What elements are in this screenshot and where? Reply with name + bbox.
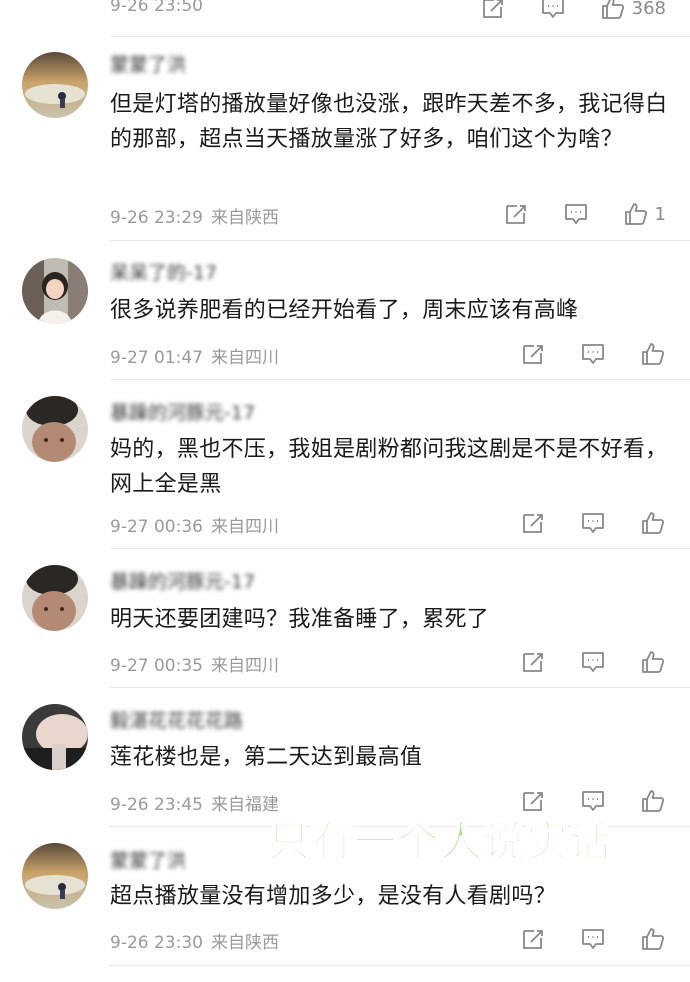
comment-time: 9-27 00:35 bbox=[110, 656, 203, 676]
username[interactable]: 暴躁的河豚元-17 bbox=[110, 398, 255, 425]
like-button[interactable]: 368 bbox=[600, 0, 666, 21]
like-button[interactable] bbox=[640, 510, 666, 536]
like-button[interactable] bbox=[640, 341, 666, 367]
edit-icon[interactable] bbox=[520, 926, 546, 952]
like-icon bbox=[623, 201, 649, 227]
divider bbox=[110, 548, 690, 549]
username[interactable]: 蒙蒙了洪 bbox=[110, 846, 186, 873]
like-button[interactable]: 1 bbox=[623, 201, 666, 227]
like-count: 368 bbox=[631, 0, 666, 19]
comment-location: 来自陕西 bbox=[210, 933, 279, 953]
comment-text: 但是灯塔的播放量好像也没涨，跟昨天差不多，我记得白的那部，超点当天播放量涨了好多… bbox=[110, 92, 668, 152]
comment-time: 9-27 00:36 bbox=[110, 517, 203, 537]
comment-time: 9-26 23:29 bbox=[110, 208, 203, 228]
comment-text: 莲花楼也是，第二天达到最高值 bbox=[110, 745, 423, 770]
like-icon bbox=[640, 788, 666, 814]
like-button[interactable] bbox=[640, 649, 666, 675]
divider bbox=[110, 687, 690, 688]
comment-location: 来自陕西 bbox=[210, 208, 279, 228]
comment-time: 9-26 23:45 bbox=[110, 795, 203, 815]
comment-meta: 9-26 23:30 来自陕西 bbox=[110, 928, 279, 953]
comment-location: 来自四川 bbox=[210, 656, 279, 676]
username[interactable]: 蒙蒙了洪 bbox=[110, 50, 186, 77]
comment-time: 9-26 23:30 bbox=[110, 933, 203, 953]
comment-icon[interactable] bbox=[540, 0, 566, 21]
comment-icon[interactable] bbox=[580, 649, 606, 675]
comment-meta: 9-27 00:35 来自四川 bbox=[110, 651, 279, 676]
comment-text: 超点播放量没有增加多少，是没有人看剧吗？ bbox=[110, 884, 557, 909]
like-button[interactable] bbox=[640, 926, 666, 952]
comment-text: 明天还要团建吗？我准备睡了，累死了 bbox=[110, 607, 490, 632]
comment-meta: 9-26 23:45 来自福建 bbox=[110, 790, 279, 815]
comment-meta: 9-27 00:36 来自四川 bbox=[110, 512, 279, 537]
avatar[interactable] bbox=[22, 396, 88, 462]
divider bbox=[110, 36, 690, 37]
edit-icon[interactable] bbox=[520, 510, 546, 536]
comment-meta: 9-27 01:47 来自四川 bbox=[110, 343, 279, 368]
avatar[interactable] bbox=[22, 704, 88, 770]
comment-meta: 9-26 23:29 来自陕西 bbox=[110, 203, 279, 228]
like-icon bbox=[640, 510, 666, 536]
divider bbox=[110, 965, 690, 966]
overlay-caption: 只有一个人说实话 bbox=[267, 816, 613, 867]
like-icon bbox=[640, 341, 666, 367]
like-icon bbox=[640, 926, 666, 952]
edit-icon[interactable] bbox=[480, 0, 506, 21]
comment-actions bbox=[486, 648, 666, 676]
comment-actions bbox=[486, 509, 666, 537]
avatar[interactable] bbox=[22, 565, 88, 631]
like-count: 1 bbox=[654, 203, 666, 225]
avatar[interactable] bbox=[22, 258, 88, 324]
comment-location: 来自四川 bbox=[210, 348, 279, 368]
comment-time: 9-26 23:50 bbox=[110, 0, 203, 16]
comment-text: 很多说养肥看的已经开始看了，周末应该有高峰 bbox=[110, 298, 579, 323]
username[interactable]: 暴躁的河豚元-17 bbox=[110, 567, 255, 594]
divider bbox=[110, 240, 690, 241]
comment-icon[interactable] bbox=[580, 341, 606, 367]
comment-actions bbox=[486, 340, 666, 368]
edit-icon[interactable] bbox=[520, 341, 546, 367]
comment-icon[interactable] bbox=[580, 510, 606, 536]
comment-time: 9-27 01:47 bbox=[110, 348, 203, 368]
comment-icon[interactable] bbox=[563, 201, 589, 227]
previous-comment-meta: 9-26 23:50 368 bbox=[0, 0, 690, 26]
like-button[interactable] bbox=[640, 788, 666, 814]
comment-actions bbox=[486, 925, 666, 953]
comment-text: 妈的，黑也不压，我姐是剧粉都问我这剧是不是不好看，网上全是黑 bbox=[110, 437, 668, 497]
edit-icon[interactable] bbox=[520, 649, 546, 675]
divider bbox=[110, 379, 690, 380]
edit-icon[interactable] bbox=[503, 201, 529, 227]
avatar[interactable] bbox=[22, 843, 88, 909]
comment-icon[interactable] bbox=[580, 926, 606, 952]
username[interactable]: 呆呆了的-17 bbox=[110, 258, 217, 285]
like-icon bbox=[600, 0, 626, 21]
username[interactable]: 毅湛花花花花路 bbox=[110, 706, 243, 733]
avatar[interactable] bbox=[22, 52, 88, 118]
comment-location: 来自四川 bbox=[210, 517, 279, 537]
comment-actions: 1 bbox=[469, 200, 666, 228]
comment-actions: 368 bbox=[446, 0, 666, 22]
like-icon bbox=[640, 649, 666, 675]
